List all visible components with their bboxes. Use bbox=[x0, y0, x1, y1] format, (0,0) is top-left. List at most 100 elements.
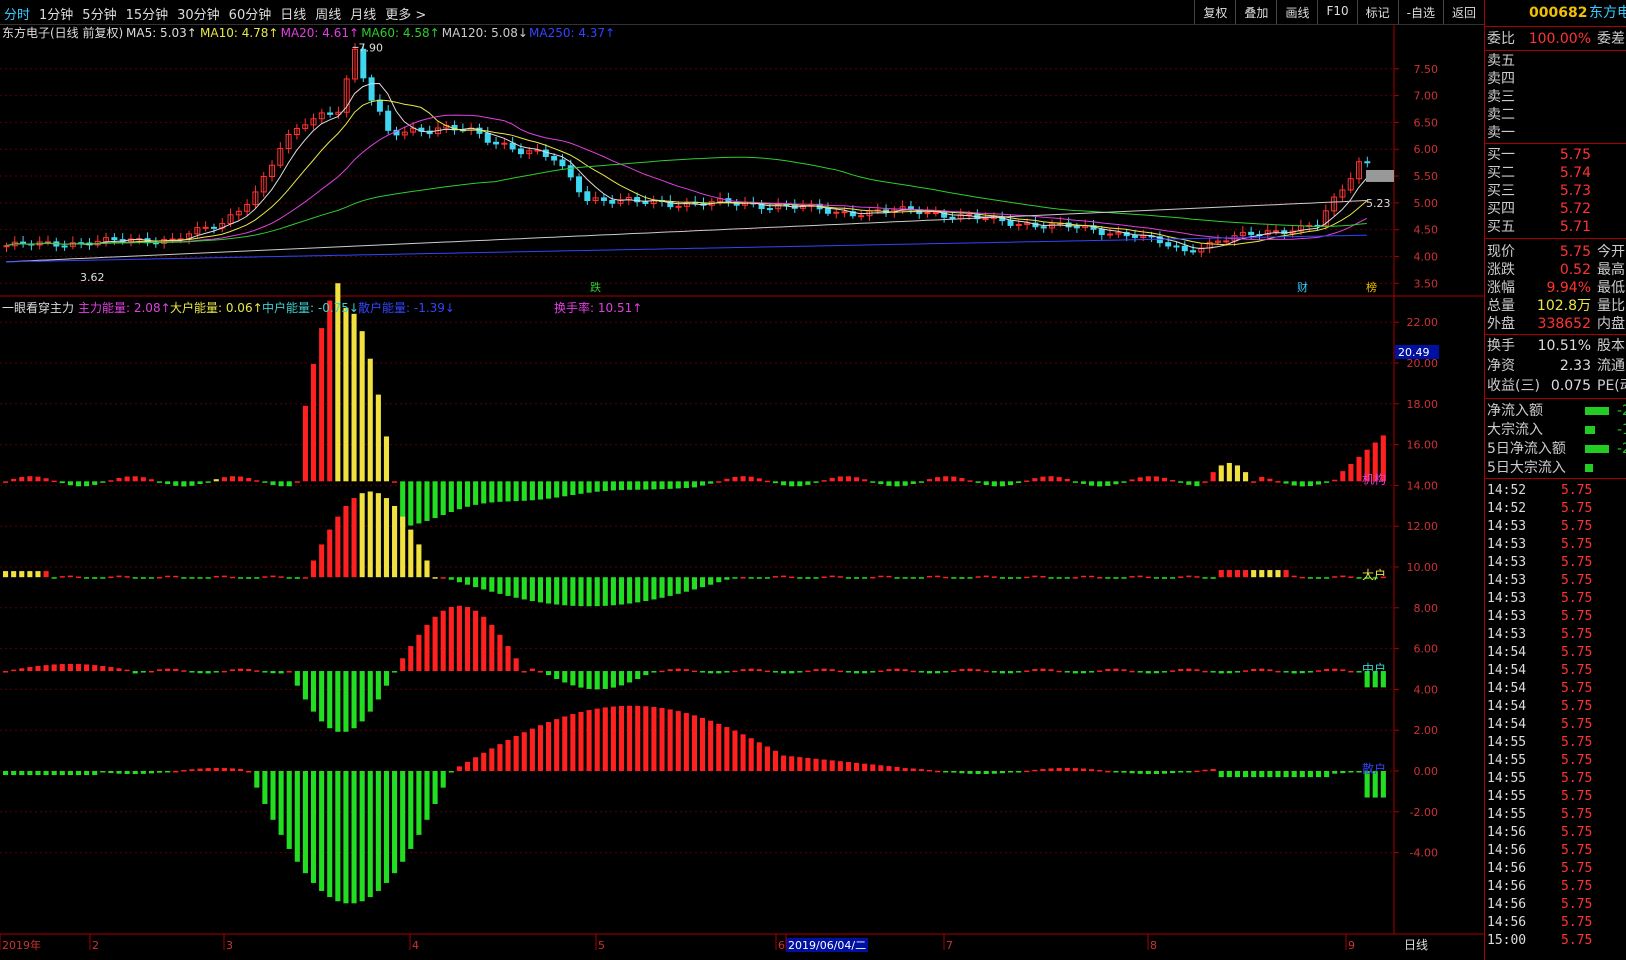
indicator-bar bbox=[748, 577, 754, 579]
toolbar-button[interactable]: 画线 bbox=[1276, 0, 1317, 24]
indicator-bar bbox=[983, 670, 989, 673]
toolbar-button[interactable]: -自选 bbox=[1397, 0, 1443, 24]
price-axis-label: 6.00 bbox=[1414, 143, 1439, 156]
tick-time: 14:56 bbox=[1487, 843, 1527, 858]
tick-time: 14:52 bbox=[1487, 501, 1527, 516]
toolbar-button[interactable]: 标记 bbox=[1356, 0, 1398, 24]
period-tab[interactable]: 30分钟 bbox=[177, 4, 220, 23]
indicator-bar bbox=[489, 624, 495, 672]
indicator-bar bbox=[1145, 576, 1151, 579]
indicator-bar bbox=[1072, 481, 1078, 483]
indicator-bar bbox=[691, 481, 697, 488]
toolbar-button[interactable]: F10 bbox=[1317, 0, 1356, 24]
indicator-bar bbox=[813, 669, 819, 672]
indicator-bar bbox=[416, 771, 422, 835]
indicator-bar bbox=[570, 481, 576, 496]
period-tab[interactable]: 1分钟 bbox=[39, 4, 73, 23]
main-chart[interactable]: 7.507.006.506.005.505.004.504.003.5022.0… bbox=[0, 24, 1484, 960]
bid-row-value: 5.73 bbox=[1559, 183, 1591, 199]
indicator-bar bbox=[1299, 771, 1305, 778]
date-axis-label: 6 bbox=[778, 939, 785, 952]
date-axis-label: 4 bbox=[412, 939, 419, 952]
toolbar-button[interactable]: 叠加 bbox=[1235, 0, 1276, 24]
indicator-bar bbox=[165, 668, 171, 672]
period-tab[interactable]: 日线 bbox=[280, 4, 306, 23]
event-marker[interactable]: 跌 bbox=[590, 280, 601, 294]
indicator-bar bbox=[935, 575, 941, 578]
indicator-bar bbox=[853, 762, 860, 771]
toolbar-button[interactable]: 返回 bbox=[1442, 0, 1484, 24]
indicator-bar bbox=[618, 481, 625, 491]
indicator-bar bbox=[359, 771, 365, 902]
indicator-bar bbox=[327, 671, 333, 729]
indicator-bar bbox=[221, 477, 227, 482]
indicator-bar bbox=[1194, 770, 1200, 773]
flow-row-label: 大宗流入 bbox=[1487, 422, 1543, 438]
ask-row-label: 卖五 bbox=[1487, 53, 1515, 69]
ind-axis-label: 6.00 bbox=[1414, 643, 1439, 656]
indicator-bar bbox=[1032, 769, 1038, 772]
indicator-bar bbox=[270, 671, 276, 674]
candle-body bbox=[559, 159, 566, 167]
indicator-bar bbox=[1307, 577, 1313, 579]
period-tab[interactable]: 更多 > bbox=[385, 4, 426, 23]
band-label: 大户 bbox=[1362, 567, 1386, 582]
indicator-bar bbox=[618, 577, 625, 605]
indicator-bar bbox=[440, 771, 446, 788]
indicator-bar bbox=[456, 766, 462, 771]
toolbar-button[interactable]: 复权 bbox=[1194, 0, 1235, 24]
tick-row: 14:56 5.75 bbox=[1485, 878, 1626, 896]
indicator-bar bbox=[1315, 771, 1322, 778]
indicator-bar bbox=[610, 706, 616, 771]
event-marker[interactable]: 财 bbox=[1297, 280, 1308, 294]
period-tab[interactable]: 周线 bbox=[315, 4, 341, 23]
indicator-bar bbox=[975, 481, 981, 483]
indicator-bar bbox=[92, 771, 98, 776]
indicator-bar bbox=[440, 610, 446, 672]
tick-row: 14:55 5.75 bbox=[1485, 788, 1626, 806]
period-tab[interactable]: 分时 bbox=[4, 4, 30, 23]
indicator-bar bbox=[943, 576, 949, 579]
indicator-bar bbox=[1186, 575, 1192, 578]
candle-body bbox=[600, 197, 607, 201]
ind-axis-label: 18.00 bbox=[1407, 398, 1439, 411]
indicator-bar bbox=[902, 768, 908, 771]
indicator-bar bbox=[1186, 668, 1192, 672]
indicator-bar bbox=[1040, 769, 1046, 771]
indicator-bar bbox=[27, 571, 33, 578]
indicator-bar bbox=[1291, 575, 1297, 578]
period-tab[interactable]: 5分钟 bbox=[82, 4, 116, 23]
candle-body bbox=[1073, 226, 1080, 229]
indicator-bar bbox=[392, 505, 398, 578]
indicator-bar bbox=[570, 714, 576, 771]
period-tab[interactable]: 60分钟 bbox=[229, 4, 272, 23]
flow-row-label: 5日大宗流入 bbox=[1487, 460, 1566, 476]
indicator-bar bbox=[635, 481, 641, 490]
stat-row-value: 9.94% bbox=[1546, 280, 1591, 296]
ind-axis-label: -2.00 bbox=[1410, 806, 1438, 819]
indicator-bar bbox=[254, 480, 260, 482]
indicator-bar bbox=[894, 481, 900, 487]
period-tab[interactable]: 月线 bbox=[350, 4, 376, 23]
indicator-bar bbox=[359, 671, 365, 722]
weibi-row-value: 100.00% bbox=[1528, 31, 1591, 47]
indicator-bar bbox=[667, 709, 673, 771]
indicator-bar bbox=[448, 607, 454, 672]
indicator-bar bbox=[440, 481, 446, 516]
indicator-bar bbox=[197, 671, 203, 674]
ma-legend-item: MA250: 4.37↑ bbox=[529, 26, 615, 40]
period-tab[interactable]: 15分钟 bbox=[126, 4, 169, 23]
indicator-bar bbox=[1332, 668, 1338, 672]
ma-legend-item: MA20: 4.61↑ bbox=[281, 26, 359, 40]
tick-row: 14:55 5.75 bbox=[1485, 734, 1626, 752]
indicator-bar bbox=[319, 771, 325, 891]
indicator-bar bbox=[473, 577, 479, 588]
bid-row-label: 买三 bbox=[1487, 183, 1515, 199]
bid-row-label: 买二 bbox=[1487, 165, 1515, 181]
indicator-bar bbox=[148, 479, 154, 482]
event-marker[interactable]: 榜 bbox=[1366, 280, 1377, 294]
indicator-bar bbox=[878, 765, 884, 771]
indicator-bar bbox=[408, 481, 414, 526]
stat-row-label: 换手 bbox=[1487, 338, 1515, 354]
stat-row: 现价 5.75 今开 bbox=[1485, 243, 1626, 261]
